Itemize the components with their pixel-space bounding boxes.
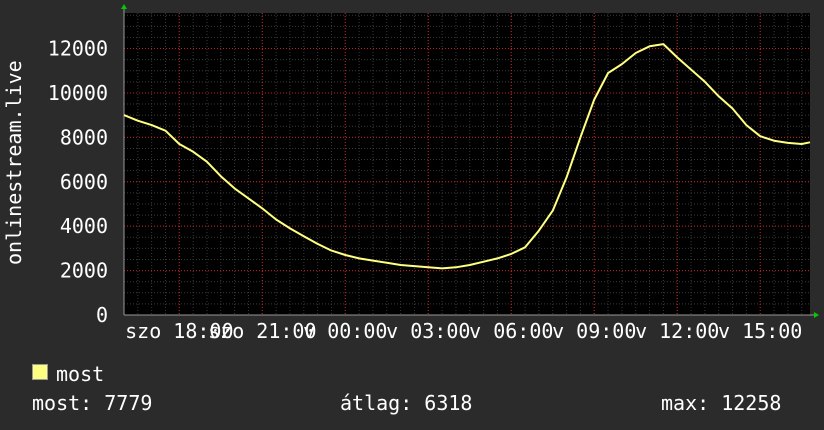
x-tick-label: v 06:00: [469, 319, 553, 343]
y-tick-label: 10000: [48, 81, 108, 105]
y-axis-title: onlinestream.live: [2, 60, 26, 265]
x-tick-label: v 00:00: [303, 319, 387, 343]
y-tick-labels: 0 2000 4000 6000 8000 10000 12000: [48, 37, 108, 327]
x-tick-label: szo 21:00: [208, 319, 316, 343]
y-axis-arrow: [121, 4, 127, 9]
x-tick-label: v 09:00: [552, 319, 636, 343]
x-axis-arrow: [814, 312, 819, 318]
stat-current: most: 7779: [32, 391, 153, 415]
plot-area: [124, 13, 810, 315]
stat-max: max: 12258: [661, 391, 782, 415]
legend: most: [32, 362, 104, 386]
legend-label: most: [56, 362, 105, 386]
y-tick-label: 6000: [60, 170, 108, 194]
y-tick-label: 8000: [60, 125, 108, 149]
x-tick-label: v 15:00: [718, 319, 802, 343]
y-tick-label: 4000: [60, 214, 108, 238]
y-tick-label: 0: [96, 303, 108, 327]
y-tick-label: 12000: [48, 37, 108, 61]
stat-average: átlag: 6318: [340, 391, 473, 415]
x-tick-label: v 03:00: [386, 319, 470, 343]
x-tick-label: v 12:00: [635, 319, 719, 343]
y-tick-label: 2000: [60, 259, 108, 283]
x-tick-labels: szo 18:00szo 21:00v 00:00v 03:00v 06:00v…: [125, 319, 802, 343]
line-chart: 0 2000 4000 6000 8000 10000 12000 szo 18:00szo…: [48, 4, 819, 343]
legend-swatch: [32, 364, 48, 380]
